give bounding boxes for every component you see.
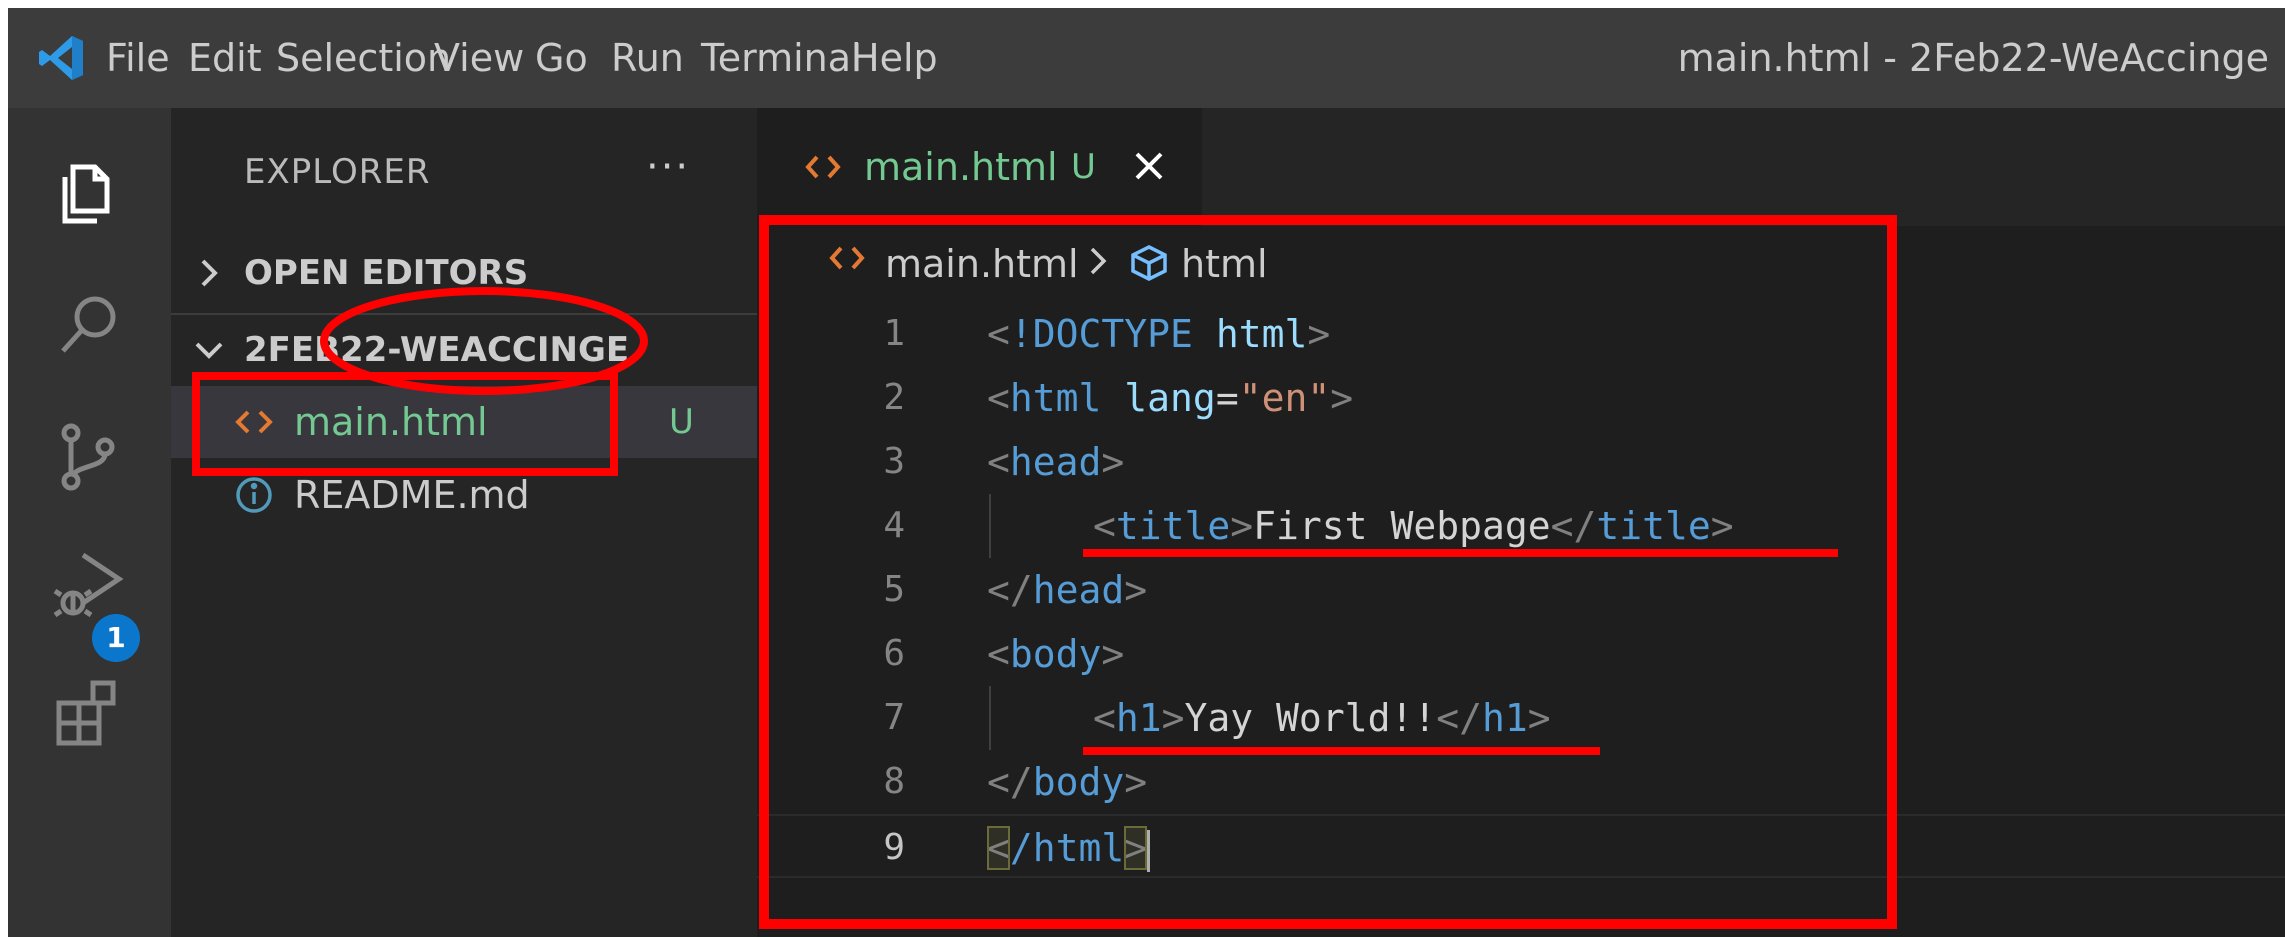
extensions-icon <box>56 680 116 746</box>
menu-help[interactable]: Help <box>851 30 938 86</box>
code-line: 1 <!DOCTYPE html> <box>757 302 2285 366</box>
open-editors-label: OPEN EDITORS <box>244 253 529 293</box>
line-number: 5 <box>883 569 905 610</box>
line-number: 2 <box>883 377 905 418</box>
activity-run-debug[interactable] <box>44 540 134 630</box>
line-number: 1 <box>883 313 905 354</box>
activity-search[interactable] <box>44 280 134 370</box>
html-file-icon <box>235 410 273 434</box>
menu-edit[interactable]: Edit <box>188 30 262 86</box>
code-text: <body> <box>987 632 1125 676</box>
indent-guide <box>989 494 991 558</box>
code-text: <!DOCTYPE html> <box>987 312 1331 356</box>
code-text: </html> <box>987 816 1151 880</box>
code-line-current: 9 </html> <box>757 814 2285 878</box>
tab-status: U <box>1071 147 1096 187</box>
menu-terminal[interactable]: Terminal <box>701 30 862 86</box>
more-actions-icon[interactable]: ··· <box>646 144 690 190</box>
activity-bar: 1 <box>8 108 171 937</box>
chevron-down-icon <box>195 342 223 359</box>
indent-guide <box>989 686 991 750</box>
html-file-icon <box>829 246 865 270</box>
file-item-readme[interactable]: README.md <box>171 459 757 531</box>
folder-label: 2FEB22-WEACCINGE <box>244 330 630 370</box>
code-text: </body> <box>987 760 1148 804</box>
menu-run[interactable]: Run <box>611 30 684 86</box>
file-status-badge: U <box>669 402 694 442</box>
code-line: 5 </head> <box>757 558 2285 622</box>
tab-bar: main.html U <box>757 108 2285 226</box>
code-line: 8 </body> <box>757 750 2285 814</box>
window-title: main.html - 2Feb22-WeAccinge <box>1677 36 2269 80</box>
code-line: 4 <title>First Webpage</title> <box>757 494 2285 558</box>
chevron-right-icon <box>201 259 218 287</box>
menu-file[interactable]: File <box>106 30 170 86</box>
menu-go[interactable]: Go <box>535 30 588 86</box>
line-number: 7 <box>883 697 905 738</box>
tab-main-html[interactable]: main.html U <box>757 108 1202 226</box>
run-debug-icon <box>53 552 124 618</box>
activity-explorer[interactable] <box>44 148 134 238</box>
code-text: <title>First Webpage</title> <box>1093 504 1734 548</box>
symbol-element-icon <box>1131 245 1167 281</box>
open-editors-section[interactable]: OPEN EDITORS <box>171 237 757 309</box>
editor-area: main.html U main.html html 1 <!DOCTYPE h… <box>757 108 2285 937</box>
explorer-sidebar: EXPLORER ··· OPEN EDITORS 2FEB22-WEACCIN… <box>171 108 757 937</box>
close-icon[interactable] <box>1129 146 1169 186</box>
code-text: </head> <box>987 568 1148 612</box>
menu-view[interactable]: View <box>434 30 524 86</box>
explorer-title: EXPLORER <box>244 152 431 192</box>
breadcrumb-file[interactable]: main.html <box>885 226 1079 302</box>
code-text: <h1>Yay World!!</h1> <box>1093 696 1551 740</box>
html-file-icon <box>805 155 841 179</box>
tab-label: main.html <box>864 145 1058 189</box>
search-icon <box>61 296 116 353</box>
file-name: README.md <box>294 473 530 517</box>
line-number: 6 <box>883 633 905 674</box>
breadcrumb-symbol[interactable]: html <box>1181 226 1268 302</box>
text-cursor <box>1147 829 1151 872</box>
vscode-window: File Edit Selection View Go Run Terminal… <box>8 8 2285 937</box>
file-item-main-html[interactable]: main.html U <box>171 386 757 458</box>
bracket-match: > <box>1124 826 1148 870</box>
menu-selection[interactable]: Selection <box>276 30 451 86</box>
code-editor[interactable]: 1 <!DOCTYPE html> 2 <html lang="en"> 3 <… <box>757 302 2285 937</box>
code-line: 6 <body> <box>757 622 2285 686</box>
line-number: 9 <box>883 827 905 868</box>
chevron-right-icon <box>1090 247 1107 275</box>
code-text: <head> <box>987 440 1125 484</box>
code-line: 7 <h1>Yay World!!</h1> <box>757 686 2285 750</box>
title-bar: File Edit Selection View Go Run Terminal… <box>8 8 2285 108</box>
activity-extensions[interactable] <box>44 668 134 758</box>
info-icon <box>236 477 272 513</box>
file-name: main.html <box>294 400 488 444</box>
line-number: 8 <box>883 761 905 802</box>
bracket-match: < <box>987 826 1010 870</box>
code-line: 2 <html lang="en"> <box>757 366 2285 430</box>
code-text: <html lang="en"> <box>987 376 1354 420</box>
code-line: 3 <head> <box>757 430 2285 494</box>
source-control-icon <box>61 423 115 491</box>
vscode-logo-icon <box>39 36 83 80</box>
line-number: 3 <box>883 441 905 482</box>
line-number: 4 <box>883 505 905 546</box>
folder-section[interactable]: 2FEB22-WEACCINGE <box>171 314 757 386</box>
activity-source-control[interactable] <box>44 412 134 502</box>
files-icon <box>62 164 110 224</box>
